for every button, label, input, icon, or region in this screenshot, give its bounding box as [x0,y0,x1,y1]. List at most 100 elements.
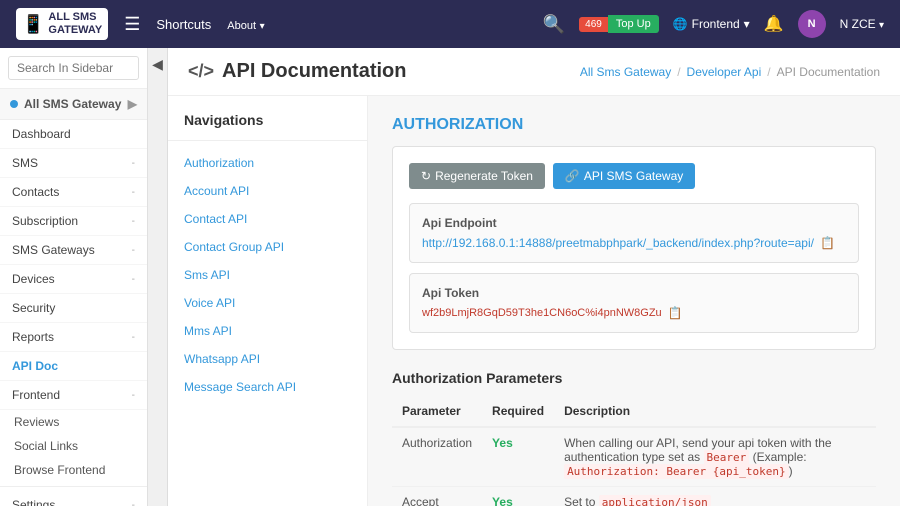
chevron-right-icon: - [132,245,135,256]
nav-item-sms-api[interactable]: Sms API [168,261,367,289]
api-gateway-button[interactable]: 🔗 API SMS Gateway [553,163,695,189]
balance-display: 469 [579,17,608,32]
globe-icon: 🌐 [673,17,688,31]
toggle-arrow-icon[interactable]: ◀ [152,56,163,73]
nav-item-authorization[interactable]: Authorization [168,149,367,177]
sidebar-item-social-links[interactable]: Social Links [0,434,147,458]
sidebar-item-devices[interactable]: Devices - [0,265,147,294]
param-required-authorization: Yes [482,427,554,487]
breadcrumb-sep-1: / [677,65,680,79]
sidebar-item-api-doc[interactable]: API Doc [0,352,147,381]
breadcrumb: All Sms Gateway / Developer Api / API Do… [580,65,880,79]
bell-icon[interactable]: 🔔 [764,14,784,34]
param-required-accept: Yes [482,487,554,506]
frontend-selector[interactable]: 🌐 Frontend ▾ [673,17,750,31]
sidebar-item-sms-gateways[interactable]: SMS Gateways - [0,236,147,265]
sidebar-item-contacts[interactable]: Contacts - [0,178,147,207]
nav-panel-title: Navigations [168,112,367,141]
example-code: Authorization: Bearer {api_token} [564,464,789,479]
nav-item-message-search-api[interactable]: Message Search API [168,373,367,401]
nav-item-voice-api[interactable]: Voice API [168,289,367,317]
page-header: </> API Documentation All Sms Gateway / … [168,48,900,96]
sidebar: All SMS Gateway ▶ Dashboard SMS - Contac… [0,48,148,506]
col-parameter: Parameter [392,396,482,427]
params-table: Parameter Required Description Authoriza… [392,396,876,506]
avatar[interactable]: N [798,10,826,38]
top-nav-right: 🔍 469 Top Up 🌐 Frontend ▾ 🔔 N N ZCE ▾ [543,10,884,38]
section-indicator [10,100,18,108]
param-name-accept: Accept [392,487,482,506]
logo[interactable]: 📱 ALL SMS GATEWAY [16,8,108,40]
nav-panel: Navigations Authorization Account API Co… [168,96,368,506]
main-content: </> API Documentation All Sms Gateway / … [168,48,900,506]
search-input[interactable] [8,56,139,80]
sidebar-search-container [0,48,147,89]
sidebar-item-browse-frontend[interactable]: Browse Frontend [0,458,147,482]
table-row: Accept Yes Set to application/json [392,487,876,506]
code-icon: </> [188,61,214,82]
chevron-right-icon: - [132,500,135,506]
sidebar-item-settings[interactable]: Settings - [0,491,147,506]
topup-button[interactable]: Top Up [608,15,659,33]
sidebar-collapse-icon[interactable]: ▶ [128,97,137,111]
doc-content: AUTHORIZATION ↻ Regenerate Token 🔗 API S… [368,96,900,506]
content-area: Navigations Authorization Account API Co… [168,96,900,506]
sidebar-divider [0,486,147,487]
sidebar-item-security[interactable]: Security [0,294,147,323]
user-label[interactable]: N ZCE ▾ [840,17,884,31]
sidebar-section-label: All SMS Gateway [24,97,121,111]
endpoint-label: Api Endpoint [422,216,846,230]
chevron-down-icon: ▾ [744,17,750,31]
auth-params-title: Authorization Parameters [392,370,876,386]
chevron-right-icon: - [132,187,135,198]
col-required: Required [482,396,554,427]
table-row: Authorization Yes When calling our API, … [392,427,876,487]
authorization-box: ↻ Regenerate Token 🔗 API SMS Gateway Api… [392,146,876,350]
sidebar-item-frontend[interactable]: Frontend - [0,381,147,410]
endpoint-box: Api Endpoint http://192.168.0.1:14888/pr… [409,203,859,263]
token-box: Api Token wf2b9LmjR8GqD59T3he1CN6oC%i4pn… [409,273,859,333]
breadcrumb-current: API Documentation [777,65,880,79]
bearer-code: Bearer [704,450,750,465]
refresh-icon: ↻ [421,169,431,183]
col-description: Description [554,396,876,427]
page-title: </> API Documentation [188,60,406,83]
sidebar-item-reports[interactable]: Reports - [0,323,147,352]
logo-text: ALL SMS GATEWAY [48,11,102,37]
copy-icon[interactable]: 📋 [820,236,835,250]
copy-icon-token[interactable]: 📋 [668,306,683,320]
param-desc-authorization: When calling our API, send your api toke… [554,427,876,487]
about-link[interactable]: About ▾ [227,17,264,32]
breadcrumb-sep-2: / [767,65,770,79]
sidebar-item-dashboard[interactable]: Dashboard [0,120,147,149]
link-icon: 🔗 [565,169,580,183]
sidebar-item-subscription[interactable]: Subscription - [0,207,147,236]
breadcrumb-home[interactable]: All Sms Gateway [580,65,671,79]
balance-topup[interactable]: 469 Top Up [579,15,659,33]
token-value: wf2b9LmjR8GqD59T3he1CN6oC%i4pnNW8GZu 📋 [422,306,846,320]
nav-item-contact-group-api[interactable]: Contact Group API [168,233,367,261]
chevron-right-icon: - [132,332,135,343]
regenerate-token-button[interactable]: ↻ Regenerate Token [409,163,545,189]
left-toggle-panel: ◀ [148,48,168,506]
chevron-right-icon: - [132,158,135,169]
chevron-right-icon: - [132,216,135,227]
top-navigation: 📱 ALL SMS GATEWAY ☰ Shortcuts About ▾ 🔍 … [0,0,900,48]
endpoint-value: http://192.168.0.1:14888/preetmabphpark/… [422,236,846,250]
auth-buttons: ↻ Regenerate Token 🔗 API SMS Gateway [409,163,859,189]
sidebar-item-reviews[interactable]: Reviews [0,410,147,434]
nav-item-contact-api[interactable]: Contact API [168,205,367,233]
breadcrumb-dev[interactable]: Developer Api [687,65,762,79]
token-label: Api Token [422,286,846,300]
search-icon[interactable]: 🔍 [543,14,565,35]
nav-item-mms-api[interactable]: Mms API [168,317,367,345]
nav-item-account-api[interactable]: Account API [168,177,367,205]
hamburger-icon[interactable]: ☰ [124,14,140,35]
sidebar-section-header[interactable]: All SMS Gateway ▶ [0,89,147,120]
sidebar-item-sms[interactable]: SMS - [0,149,147,178]
nav-item-whatsapp-api[interactable]: Whatsapp API [168,345,367,373]
param-name-authorization: Authorization [392,427,482,487]
shortcuts-link[interactable]: Shortcuts [156,17,211,32]
chevron-right-icon: - [132,390,135,401]
param-desc-accept: Set to application/json [554,487,876,506]
